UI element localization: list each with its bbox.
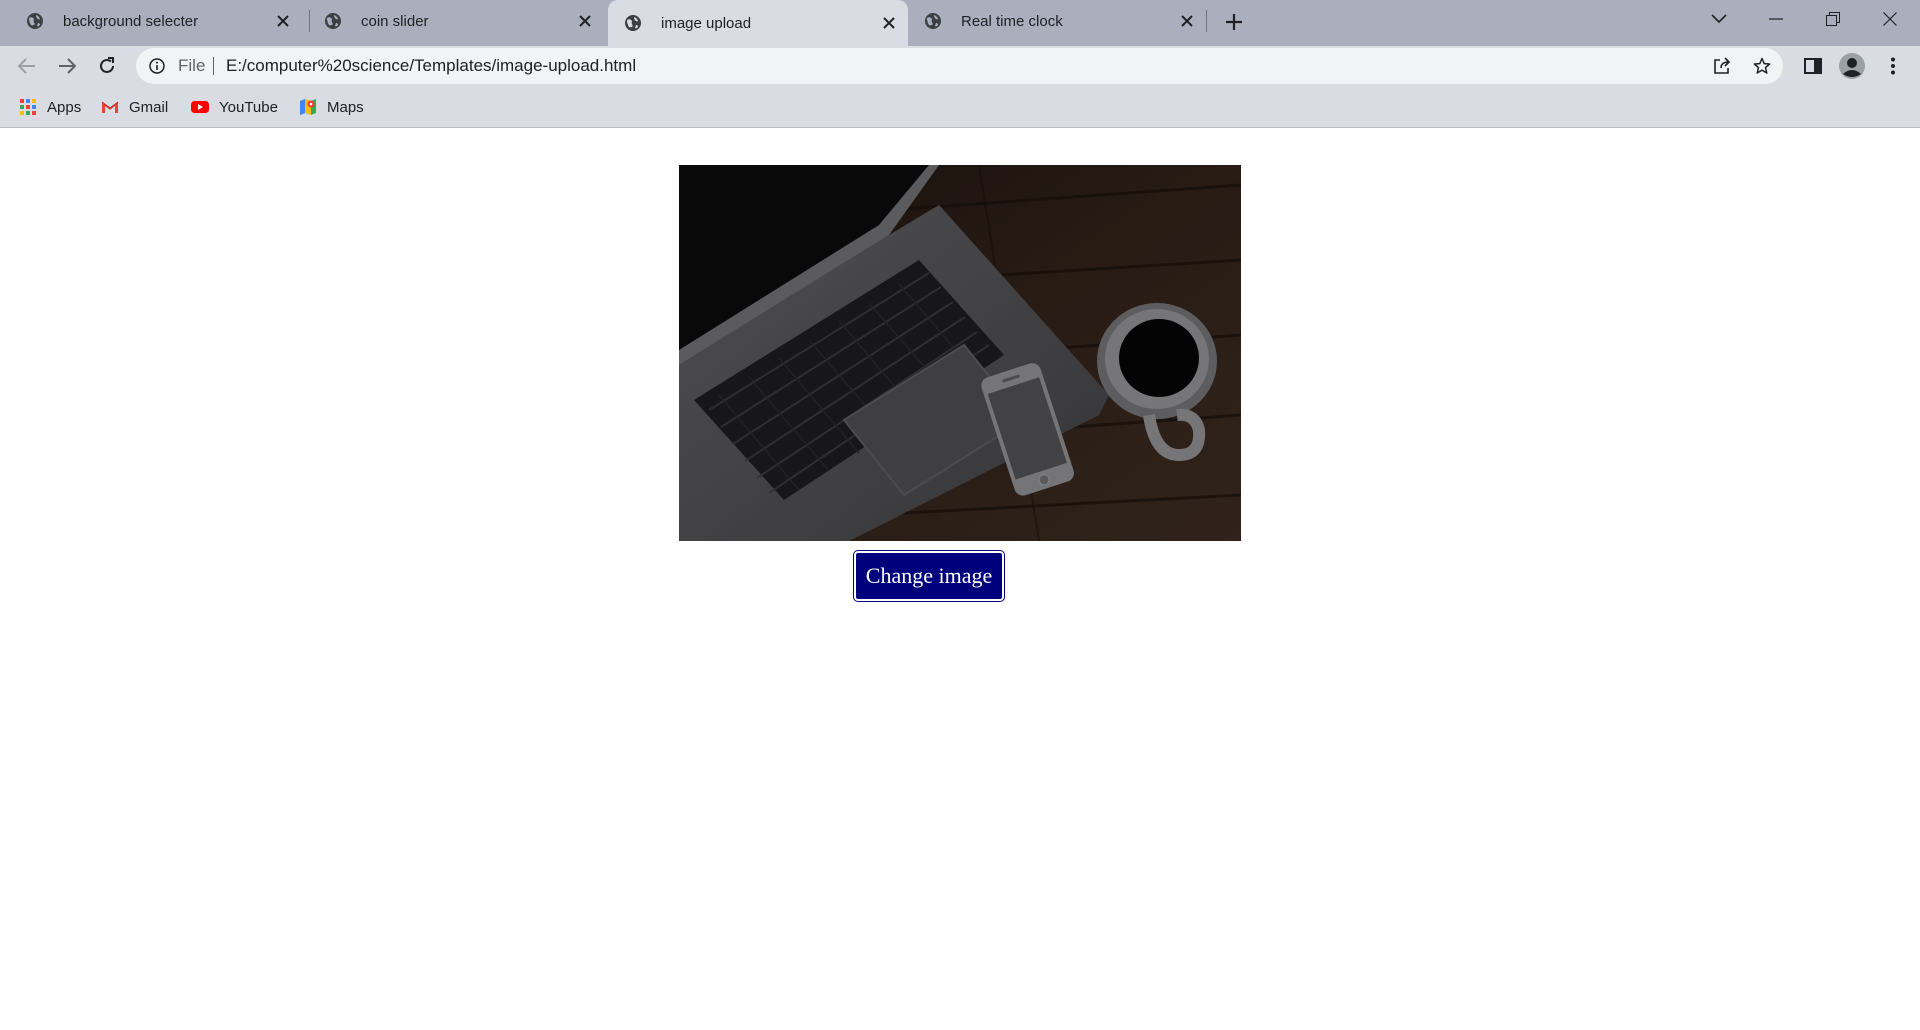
share-icon[interactable] (1712, 56, 1732, 76)
bookmark-label: Apps (47, 98, 82, 116)
side-panel-button[interactable] (1798, 51, 1828, 81)
arrow-left-icon (18, 58, 35, 74)
tab-title: coin slider (361, 12, 429, 30)
youtube-icon (191, 101, 209, 113)
bookmark-star-icon[interactable] (1752, 56, 1772, 76)
bookmark-gmail[interactable]: Gmail (100, 96, 168, 118)
back-button[interactable] (11, 50, 43, 82)
close-tab-icon[interactable] (274, 12, 292, 30)
close-window-button[interactable] (1868, 0, 1912, 38)
laptop-phone-coffee-photo (679, 165, 1241, 541)
more-vert-icon (1891, 57, 1895, 75)
bookmark-apps[interactable]: Apps (18, 96, 81, 118)
reload-icon (100, 57, 114, 73)
info-icon[interactable] (148, 57, 166, 75)
bookmark-maps[interactable]: Maps (298, 96, 364, 118)
browser-toolbar: File E:/computer%20science/Templates/ima… (0, 46, 1920, 86)
tab-title: background selecter (63, 12, 199, 30)
tab-strip: background selecter coin slider image up… (0, 0, 1920, 46)
tab-title: Real time clock (961, 12, 1063, 30)
url-text[interactable]: E:/computer%20science/Templates/image-up… (226, 56, 636, 76)
bookmarks-bar: Apps Gmail YouTube Maps (0, 86, 1920, 128)
omnibox-divider (213, 57, 214, 75)
close-tab-icon[interactable] (576, 12, 594, 30)
uploaded-image (679, 165, 1241, 541)
side-panel-icon (1804, 58, 1822, 74)
close-tab-icon[interactable] (1178, 12, 1196, 30)
tab-coin-slider[interactable]: coin slider (302, 0, 606, 42)
bookmark-label: Gmail (129, 98, 169, 116)
globe-icon (27, 13, 43, 29)
plus-icon (1226, 14, 1242, 30)
reload-button[interactable] (91, 50, 123, 82)
close-tab-icon[interactable] (880, 14, 898, 32)
minimize-icon (1769, 18, 1783, 20)
bookmark-label: Maps (327, 98, 364, 116)
profile-button[interactable] (1837, 51, 1867, 81)
scheme-label: File (178, 56, 206, 75)
gmail-icon (101, 101, 119, 113)
maps-icon (300, 99, 316, 115)
globe-icon (625, 15, 641, 31)
bookmark-youtube[interactable]: YouTube (190, 96, 278, 118)
close-icon (1883, 12, 1897, 26)
globe-icon (925, 13, 941, 29)
change-image-button[interactable]: Change image (853, 550, 1005, 602)
address-bar[interactable]: File E:/computer%20science/Templates/ima… (136, 48, 1783, 84)
tab-title: image upload (661, 14, 752, 32)
restore-button[interactable] (1811, 0, 1855, 38)
tab-separator (1206, 10, 1207, 32)
tab-image-upload[interactable]: image upload (608, 0, 908, 46)
chevron-down-icon (1711, 14, 1727, 24)
tab-search-button[interactable] (1697, 0, 1741, 38)
new-tab-button[interactable] (1221, 9, 1247, 35)
globe-icon (325, 13, 341, 29)
arrow-right-icon (59, 58, 76, 74)
restore-icon (1826, 12, 1840, 26)
forward-button[interactable] (51, 50, 83, 82)
apps-grid-icon (20, 99, 36, 115)
tab-real-time-clock[interactable]: Real time clock (908, 0, 1208, 42)
tab-background-selecter[interactable]: background selecter (0, 0, 304, 42)
menu-button[interactable] (1878, 51, 1908, 81)
avatar-icon (1839, 53, 1865, 79)
bookmark-label: YouTube (219, 98, 278, 116)
minimize-button[interactable] (1754, 0, 1798, 38)
page-content: Change image (0, 129, 1920, 1030)
